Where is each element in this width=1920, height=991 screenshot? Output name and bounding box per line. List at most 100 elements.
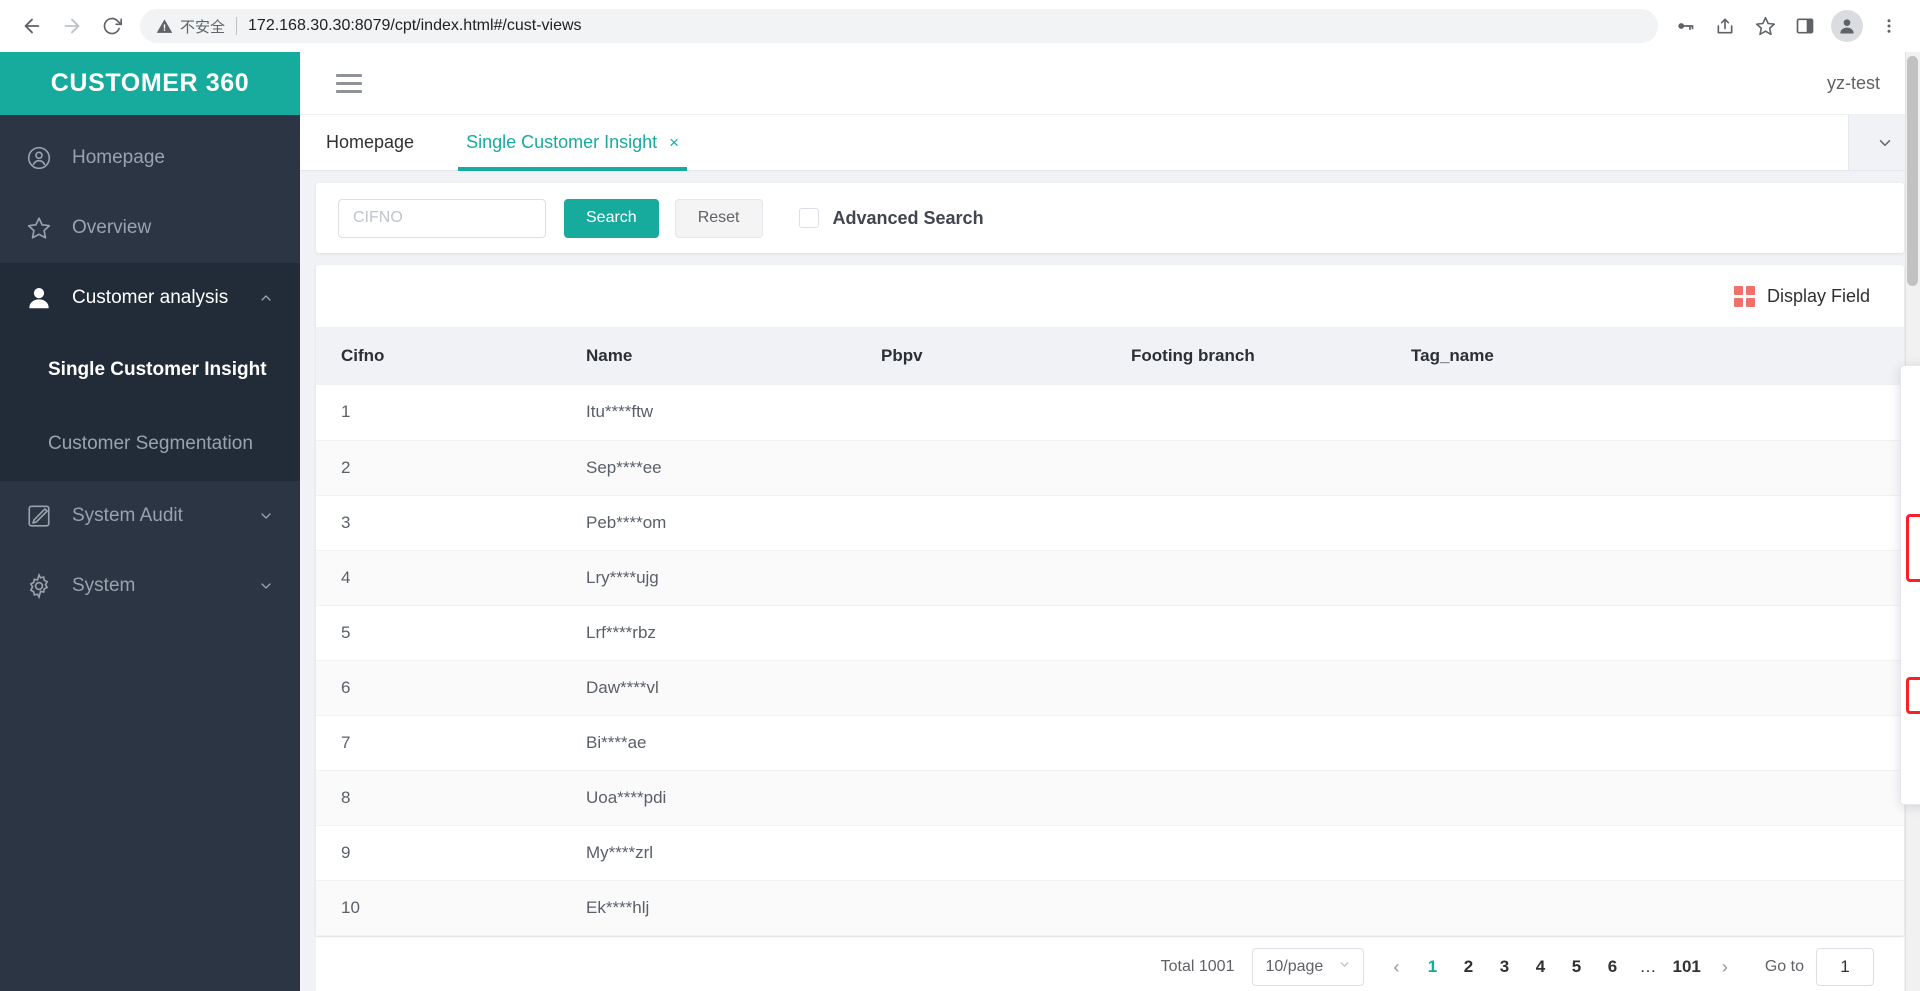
goto-page-input[interactable] [1816,948,1874,986]
tab-single-customer-insight[interactable]: Single Customer Insight × [440,115,705,171]
search-panel: Search Reset Advanced Search [316,183,1904,253]
table-row[interactable]: 2 Sep****ee [316,440,1904,496]
search-button[interactable]: Search [564,198,659,238]
column-header-cifno[interactable]: Cifno [316,327,586,385]
table-row[interactable]: 4 Lry****ujg [316,550,1904,606]
column-header-pbpv[interactable]: Pbpv [881,327,1131,385]
warning-triangle-icon [156,18,173,33]
cell-footing_branch [1131,825,1411,881]
pagination-page-4[interactable]: 4 [1522,948,1558,986]
reload-icon[interactable] [94,8,130,44]
tab-bar: Homepage Single Customer Insight × [300,115,1920,171]
side-panel-icon[interactable] [1788,9,1822,43]
cell-tag_name [1411,825,1904,881]
pagination-page-101[interactable]: 101 [1666,948,1706,986]
cell-pbpv [881,385,1131,441]
chrome-menu-icon[interactable] [1872,9,1906,43]
sidebar: CUSTOMER 360 Homepage Overview Customer … [0,52,300,991]
table-row[interactable]: 6 Daw****vl [316,660,1904,716]
pagination-prev-icon[interactable]: ‹ [1378,948,1414,986]
sidebar-item-homepage[interactable]: Homepage [0,123,300,193]
table-row[interactable]: 3 Peb****om [316,495,1904,551]
sidebar-item-overview[interactable]: Overview [0,193,300,263]
advanced-search-label: Advanced Search [832,207,984,228]
sidebar-item-label: Homepage [72,147,165,168]
table-row[interactable]: 5 Lrf****rbz [316,605,1904,661]
close-icon[interactable]: × [669,134,679,151]
cell-pbpv [881,770,1131,826]
pagination-page-5[interactable]: 5 [1558,948,1594,986]
application-root: CUSTOMER 360 Homepage Overview Customer … [0,52,1920,991]
table-row[interactable]: 9 My****zrl [316,825,1904,881]
page-size-select[interactable]: 10/page [1252,948,1365,986]
gear-icon [26,573,58,599]
page-scrollbar-thumb[interactable] [1907,56,1918,286]
cell-pbpv [881,550,1131,606]
cell-name: Lrf****rbz [586,605,881,661]
pagination-page-1[interactable]: 1 [1414,948,1450,986]
customers-table: Cifno Name Pbpv Footing branch Tag_name … [316,327,1904,936]
column-header-footing-branch[interactable]: Footing branch [1131,327,1411,385]
pagination-page-6[interactable]: 6 [1594,948,1630,986]
cell-cifno: 8 [316,770,586,826]
security-label: 不安全 [180,18,226,36]
forward-arrow-icon[interactable] [54,8,90,44]
sidebar-menu: Homepage Overview Customer analysis Sing… [0,115,300,621]
display-field-button[interactable]: Display Field [1733,285,1870,307]
cell-tag_name [1411,550,1904,606]
tab-homepage[interactable]: Homepage [300,115,440,170]
reset-button[interactable]: Reset [674,198,763,238]
sidebar-item-customer-analysis[interactable]: Customer analysis [0,263,300,333]
cell-footing_branch [1131,715,1411,771]
check-all-row[interactable]: Check All [1901,366,1920,411]
goto-label: Go to [1764,958,1804,975]
profile-avatar-icon[interactable] [1831,10,1863,42]
key-icon[interactable] [1668,9,1702,43]
table-row[interactable]: 1 Itu****ftw [316,385,1904,441]
cell-cifno: 3 [316,495,586,551]
cell-name: Uoa****pdi [586,770,881,826]
current-user-label[interactable]: yz-test [1827,73,1880,94]
pagination-ellipsis[interactable]: … [1630,948,1666,986]
star-icon [26,215,58,241]
share-icon[interactable] [1708,9,1742,43]
cell-name: Peb****om [586,495,881,551]
cell-pbpv [881,715,1131,771]
cell-footing_branch [1131,770,1411,826]
browser-toolbar: 不安全 172.168.30.30:8079/cpt/index.html#/c… [0,0,1920,52]
sidebar-item-label: System [72,575,136,596]
main-area: yz-test Homepage Single Customer Insight… [300,52,1920,991]
cifno-input[interactable] [338,198,546,238]
advanced-search-checkbox[interactable] [798,208,819,228]
back-arrow-icon[interactable] [14,8,50,44]
table-row[interactable]: 8 Uoa****pdi [316,770,1904,826]
advanced-search-toggle[interactable]: Advanced Search [798,207,984,229]
cell-pbpv [881,660,1131,716]
cell-cifno: 9 [316,825,586,881]
pagination-next-icon[interactable]: › [1707,948,1743,986]
page-size-value: 10/page [1265,958,1324,975]
cell-pbpv [881,880,1131,936]
table-body: 1 Itu****ftw 2 Sep****ee 3 Peb****om 4 Lry****u… [316,385,1904,936]
sidebar-item-system[interactable]: System [0,551,300,621]
cell-footing_branch [1131,385,1411,441]
chevron-down-icon [258,578,274,594]
hamburger-icon[interactable] [330,68,368,99]
table-row[interactable]: 10 Ek****hlj [316,880,1904,936]
security-warning: 不安全 [156,16,225,37]
column-header-tag-name[interactable]: Tag_name [1411,327,1904,385]
sidebar-item-system-audit[interactable]: System Audit [0,481,300,551]
column-header-name[interactable]: Name [586,327,881,385]
grid-squares-icon [1733,285,1755,307]
cell-tag_name [1411,770,1904,826]
sidebar-item-customer-segmentation[interactable]: Customer Segmentation [0,407,300,481]
field-list[interactable]: acct_npl_statusadd_logicageageyaml_ratin… [1901,411,1920,804]
bookmark-star-icon[interactable] [1748,9,1782,43]
display-field-label: Display Field [1766,285,1870,306]
chevron-down-icon [258,508,274,524]
pagination-page-2[interactable]: 2 [1450,948,1486,986]
sidebar-item-single-customer-insight[interactable]: Single Customer Insight [0,333,300,407]
pagination-page-3[interactable]: 3 [1486,948,1522,986]
address-bar[interactable]: 不安全 172.168.30.30:8079/cpt/index.html#/c… [140,9,1658,43]
table-row[interactable]: 7 Bi****ae [316,715,1904,771]
